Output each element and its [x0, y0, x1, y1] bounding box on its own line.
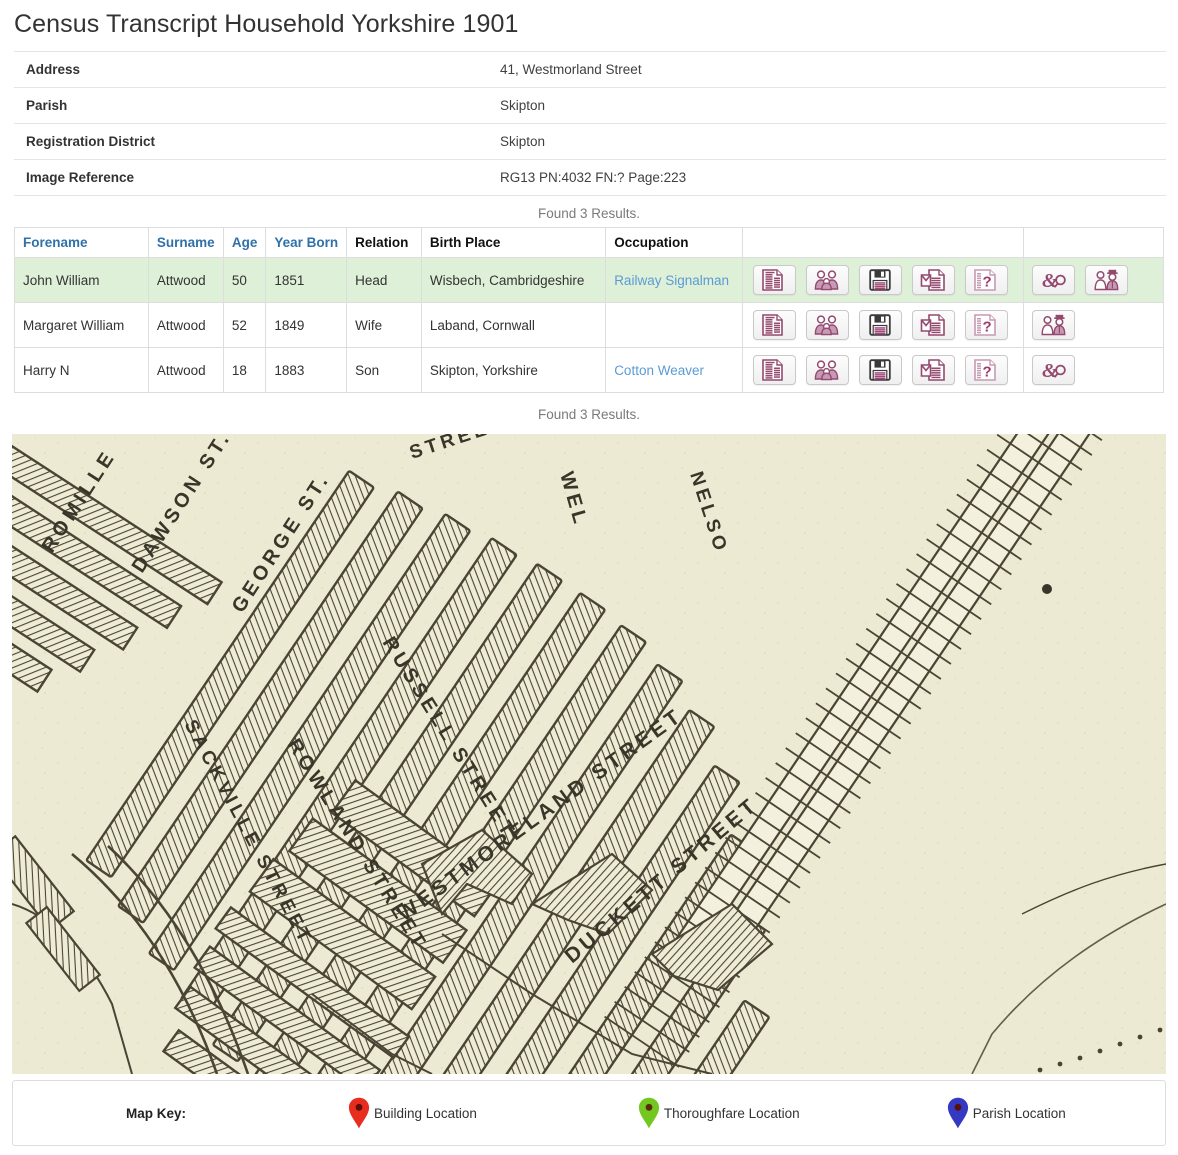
results-table: Forename Surname Age Year Born Relation Birth…: [14, 227, 1164, 393]
found-results-bottom: Found 3 Results.: [537, 407, 641, 422]
result-year-born: 1883: [265, 347, 348, 393]
save-button[interactable]: [858, 265, 902, 295]
send-document-button[interactable]: [911, 310, 955, 340]
summary-label: Address: [26, 62, 81, 77]
household-button[interactable]: [805, 310, 849, 340]
column-header-year-born[interactable]: Year Born: [265, 227, 348, 258]
result-forename: Harry N: [14, 347, 149, 393]
table-row: Margaret William Attwood 52 1849 Wife Laband,…: [14, 302, 1164, 348]
marriage-button[interactable]: [1032, 310, 1076, 340]
send-document-button[interactable]: [911, 355, 955, 385]
census-transcript-page: Census Transcript Household Yorkshire 19…: [0, 0, 1178, 1155]
result-actions: ?: [741, 347, 1025, 393]
red-pin-icon: [348, 1097, 370, 1129]
result-actions: ?: [741, 257, 1025, 303]
summary-value: Skipton: [500, 134, 546, 149]
column-header-actions: [1023, 227, 1164, 258]
results-table-header-row: Forename Surname Age Year Born Relation Birth…: [14, 227, 1164, 258]
result-relation: Son: [346, 347, 422, 393]
save-button[interactable]: [858, 355, 902, 385]
summary-row: Registration District Skipton: [14, 123, 1166, 160]
column-header-occupation: Occupation: [605, 227, 743, 258]
blue-pin-icon: [947, 1097, 968, 1129]
query-document-button[interactable]: ?: [964, 310, 1008, 340]
summary-value: RG13 PN:4032 FN:? Page:223: [500, 170, 687, 185]
found-results-top: Found 3 Results.: [537, 206, 641, 221]
column-header-relation: Relation: [346, 227, 422, 258]
result-actions: ?: [741, 302, 1025, 348]
result-occupation: Railway Signalman: [605, 257, 743, 303]
summary-row: Address 41, Westmorland Street: [14, 51, 1166, 88]
result-occupation: Cotton Weaver: [605, 347, 743, 393]
map-canvas: ROMILLE DAWSON ST.GEORGE ST.ROWLAND STREE…: [12, 434, 1166, 1074]
result-surname: Attwood: [147, 347, 224, 393]
result-forename: John William: [14, 257, 149, 303]
result-age: 52: [222, 302, 267, 348]
result-birth-place: Wisbech, Cambridgeshire: [420, 257, 607, 303]
query-document-button[interactable]: ?: [964, 265, 1008, 295]
map-key-item-label: Parish Location: [972, 1105, 1066, 1121]
table-row: Harry N Attwood 18 1883 Son Skipton, Yorkshir…: [14, 347, 1164, 393]
send-document-button[interactable]: [911, 265, 955, 295]
result-extra-actions: &: [1023, 257, 1164, 303]
result-surname: Attwood: [147, 302, 224, 348]
query-document-button[interactable]: ?: [964, 355, 1008, 385]
summary-row: Parish Skipton: [14, 87, 1166, 124]
column-header-age[interactable]: Age: [222, 227, 267, 258]
result-age: 18: [222, 347, 267, 393]
summary-label: Registration District: [26, 134, 156, 149]
transcript-button[interactable]: [752, 355, 796, 385]
result-extra-actions: &: [1023, 347, 1164, 393]
result-age: 50: [222, 257, 267, 303]
result-extra-actions: [1023, 302, 1164, 348]
result-year-born: 1849: [265, 302, 348, 348]
column-header-forename[interactable]: Forename: [14, 227, 149, 258]
table-row: John William Attwood 50 1851 Head Wisbech, Ca…: [14, 257, 1164, 303]
result-relation: Wife: [346, 302, 422, 348]
transcript-button[interactable]: [752, 265, 796, 295]
summary-row: Image Reference RG13 PN:4032 FN:? Page:22…: [14, 159, 1166, 196]
summary-value: 41, Westmorland Street: [500, 62, 642, 77]
ampersand-link-button[interactable]: &: [1032, 265, 1076, 295]
result-occupation: [605, 302, 743, 348]
save-button[interactable]: [858, 310, 902, 340]
household-button[interactable]: [805, 265, 849, 295]
column-header-birth-place: Birth Place: [420, 227, 607, 258]
transcript-button[interactable]: [752, 310, 796, 340]
results-table-wrap: Forename Surname Age Year Born Relation Birth…: [0, 227, 1178, 393]
map-key-label: Map Key:: [126, 1105, 187, 1121]
column-header-surname[interactable]: Surname: [147, 227, 224, 258]
svg-text:?: ?: [983, 274, 992, 291]
result-surname: Attwood: [147, 257, 224, 303]
result-birth-place: Skipton, Yorkshire: [420, 347, 607, 393]
map-key-item-label: Building Location: [374, 1105, 477, 1121]
map-key-item-label: Thoroughfare Location: [663, 1105, 800, 1121]
summary-value: Skipton: [500, 98, 546, 113]
map-key-item-building: Building Location: [348, 1097, 477, 1129]
marriage-button[interactable]: [1085, 265, 1129, 295]
occupation-link[interactable]: Railway Signalman: [614, 273, 729, 288]
household-summary-table: Address 41, Westmorland Street Parish Skipt…: [14, 51, 1166, 196]
map-key-item-thoroughfare: Thoroughfare Location: [638, 1097, 800, 1129]
occupation-link[interactable]: Cotton Weaver: [614, 363, 704, 378]
page-title: Census Transcript Household Yorkshire 19…: [14, 10, 519, 38]
result-birth-place: Laband, Cornwall: [420, 302, 607, 348]
green-pin-icon: [638, 1097, 659, 1129]
map-key-item-parish: Parish Location: [947, 1097, 1066, 1129]
svg-text:?: ?: [983, 364, 992, 381]
ampersand-link-button[interactable]: &: [1032, 355, 1076, 385]
historical-map[interactable]: ROMILLE DAWSON ST. GEORGE ST. ROWLAND STREE…: [12, 434, 1166, 1074]
result-relation: Head: [346, 257, 422, 303]
household-button[interactable]: [805, 355, 849, 385]
map-key: Map Key: Building Location Thoroughfare …: [12, 1080, 1166, 1146]
column-header-actions: [741, 227, 1025, 258]
svg-text:?: ?: [983, 319, 992, 336]
summary-label: Image Reference: [26, 170, 135, 185]
result-forename: Margaret William: [14, 302, 149, 348]
result-year-born: 1851: [265, 257, 348, 303]
summary-label: Parish: [26, 98, 68, 113]
